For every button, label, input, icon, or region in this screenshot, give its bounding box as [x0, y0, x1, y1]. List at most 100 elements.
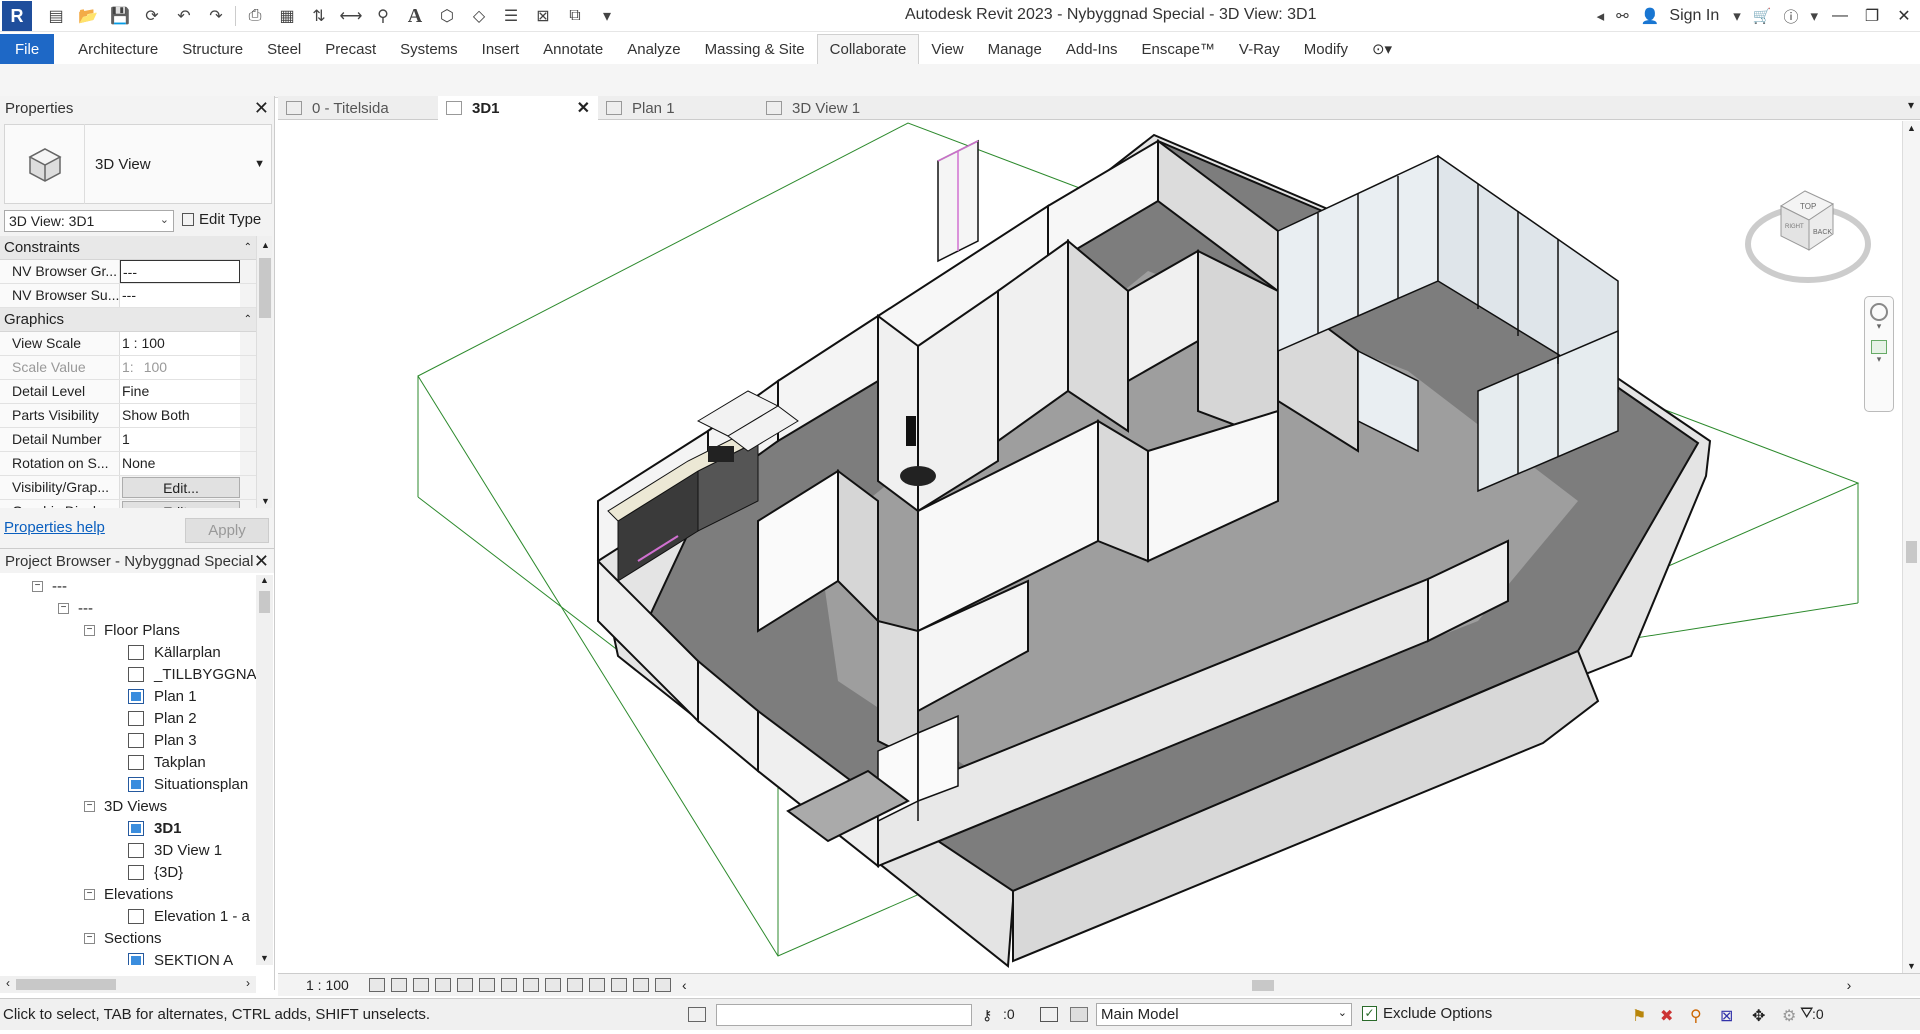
- reveal-hidden-icon[interactable]: [567, 978, 583, 992]
- document-tab[interactable]: Plan 1: [598, 96, 758, 120]
- thin-lines-icon[interactable]: ☰: [500, 5, 522, 27]
- ribbon-tab-file[interactable]: File: [0, 34, 55, 64]
- browser-view-item[interactable]: _TILLBYGGNAD: [128, 663, 256, 685]
- browser-view-item[interactable]: Plan 3: [128, 729, 197, 751]
- text-icon[interactable]: A: [404, 5, 426, 27]
- ribbon-tab-modify[interactable]: Modify: [1292, 34, 1360, 64]
- property-group-header[interactable]: Constraints ⌃: [0, 236, 256, 260]
- ribbon-tab-v-ray[interactable]: V-Ray: [1227, 34, 1292, 64]
- drag-elements-icon[interactable]: ✥: [1752, 1006, 1765, 1026]
- render-icon[interactable]: [457, 978, 473, 992]
- background-processes-icon[interactable]: ⚙: [1782, 1006, 1796, 1026]
- help-icon[interactable]: ⓘ: [1783, 6, 1798, 27]
- worksets-icon[interactable]: [688, 1007, 706, 1022]
- property-value[interactable]: ---: [120, 260, 240, 283]
- zoom-icon[interactable]: [1871, 340, 1887, 354]
- select-underlay-icon[interactable]: ✖: [1660, 1006, 1673, 1026]
- ribbon-tab-architecture[interactable]: Architecture: [66, 34, 170, 64]
- redo-icon[interactable]: ↷: [205, 5, 227, 27]
- editing-requests-icon[interactable]: ⚷: [982, 1007, 992, 1024]
- print-icon[interactable]: ⎙: [244, 5, 266, 27]
- navigation-bar[interactable]: ▾ ▾: [1864, 296, 1894, 412]
- revit-logo-button[interactable]: R: [2, 1, 32, 31]
- property-value[interactable]: 1: [120, 428, 240, 451]
- highlight-displacement-icon[interactable]: [655, 978, 671, 992]
- steering-wheel-icon[interactable]: [1870, 303, 1888, 321]
- select-links-icon[interactable]: ⚑: [1632, 1006, 1646, 1026]
- ribbon-tab-annotate[interactable]: Annotate: [531, 34, 615, 64]
- document-tab[interactable]: 3D View 1: [758, 96, 918, 120]
- save-icon[interactable]: 💾: [109, 5, 131, 27]
- document-tab[interactable]: 3D1 ✕: [438, 96, 598, 120]
- worksets-select[interactable]: [716, 1004, 972, 1026]
- instance-filter-select[interactable]: 3D View: 3D1 ⌄: [4, 210, 174, 232]
- design-options-icon[interactable]: [1040, 1007, 1058, 1022]
- ribbon-tab-analyze[interactable]: Analyze: [615, 34, 692, 64]
- property-value[interactable]: None: [120, 452, 240, 475]
- measure-icon[interactable]: ⇅: [308, 5, 330, 27]
- viewport-horizontal-scrollbar[interactable]: [687, 977, 1847, 994]
- active-design-option-icon[interactable]: [1070, 1007, 1088, 1022]
- 3d-viewport[interactable]: TOP BACK RIGHT ▾ ▾: [278, 121, 1902, 973]
- ribbon-tab-systems[interactable]: Systems: [388, 34, 470, 64]
- browser-view-item[interactable]: Källarplan: [128, 641, 221, 663]
- browser-group-item[interactable]: − ---: [58, 597, 93, 619]
- chevron-right-icon[interactable]: ›: [1847, 977, 1852, 993]
- ribbon-options-icon[interactable]: ⊙▾: [1360, 34, 1404, 64]
- properties-scrollbar[interactable]: ▲ ▼: [256, 236, 272, 508]
- ribbon-tab-massing-site[interactable]: Massing & Site: [693, 34, 817, 64]
- chevron-down-icon[interactable]: ▾: [1733, 7, 1741, 25]
- viewcube[interactable]: TOP BACK RIGHT: [1745, 176, 1871, 289]
- chevron-down-icon[interactable]: ▾: [1865, 354, 1893, 365]
- ribbon-tab-manage[interactable]: Manage: [976, 34, 1054, 64]
- default-3d-view-icon[interactable]: ⬡: [436, 5, 458, 27]
- viewport-vertical-scrollbar[interactable]: ▲ ▼: [1902, 121, 1920, 973]
- ribbon-tab-insert[interactable]: Insert: [470, 34, 532, 64]
- close-window-button[interactable]: ✕: [1888, 0, 1920, 32]
- close-inactive-views-icon[interactable]: ⊠: [532, 5, 554, 27]
- exclude-options-checkbox[interactable]: ✓ Exclude Options: [1362, 1005, 1492, 1022]
- browser-view-item[interactable]: SEKTION A: [128, 949, 233, 965]
- tag-icon[interactable]: ⚲: [372, 5, 394, 27]
- minimize-button[interactable]: —: [1824, 0, 1856, 32]
- property-value[interactable]: Fine: [120, 380, 240, 403]
- temporary-view-properties-icon[interactable]: [611, 978, 627, 992]
- collapse-toggle-icon[interactable]: −: [84, 800, 95, 812]
- export-pdf-icon[interactable]: ▦: [276, 5, 298, 27]
- edit-button[interactable]: Edit...: [122, 501, 240, 508]
- collapse-toggle-icon[interactable]: −: [84, 888, 95, 900]
- collapse-icon[interactable]: ⌃: [244, 314, 252, 325]
- browser-view-item[interactable]: Takplan: [128, 751, 206, 773]
- show-crop-region-icon[interactable]: [501, 978, 517, 992]
- visual-style-icon[interactable]: [391, 978, 407, 992]
- shadows-icon[interactable]: [435, 978, 451, 992]
- worksharing-display-icon[interactable]: [589, 978, 605, 992]
- sync-icon[interactable]: ⟳: [141, 5, 163, 27]
- home-icon[interactable]: ▤: [45, 5, 67, 27]
- select-pinned-icon[interactable]: ⚲: [1690, 1006, 1702, 1026]
- type-selector[interactable]: 3D View ▼: [4, 124, 272, 204]
- sun-path-icon[interactable]: [413, 978, 429, 992]
- chevron-down-icon[interactable]: ▾: [1865, 321, 1893, 332]
- edit-type-button[interactable]: Edit Type: [182, 211, 261, 228]
- property-value[interactable]: ---: [120, 284, 240, 307]
- browser-view-item[interactable]: 3D1: [128, 817, 182, 839]
- cart-icon[interactable]: 🛒: [1753, 7, 1772, 25]
- property-value[interactable]: 1: 100: [120, 356, 240, 379]
- switch-windows-icon[interactable]: ⧉: [564, 5, 586, 27]
- detail-level-icon[interactable]: [369, 978, 385, 992]
- close-tab-icon[interactable]: ✕: [577, 98, 590, 118]
- ribbon-tab-precast[interactable]: Precast: [313, 34, 388, 64]
- apply-button[interactable]: Apply: [185, 518, 269, 543]
- lock-3d-view-icon[interactable]: [523, 978, 539, 992]
- property-value[interactable]: Show Both: [120, 404, 240, 427]
- browser-view-item[interactable]: Plan 2: [128, 707, 197, 729]
- sign-in-link[interactable]: Sign In: [1669, 7, 1719, 25]
- select-by-face-icon[interactable]: ⊠: [1720, 1006, 1733, 1026]
- document-tab[interactable]: 0 - Titelsida: [278, 96, 438, 120]
- properties-help-link[interactable]: Properties help: [4, 519, 105, 536]
- close-icon[interactable]: ✕: [254, 98, 269, 119]
- browser-view-item[interactable]: {3D}: [128, 861, 183, 883]
- edit-button[interactable]: Edit...: [122, 477, 240, 498]
- temporary-hide-icon[interactable]: [545, 978, 561, 992]
